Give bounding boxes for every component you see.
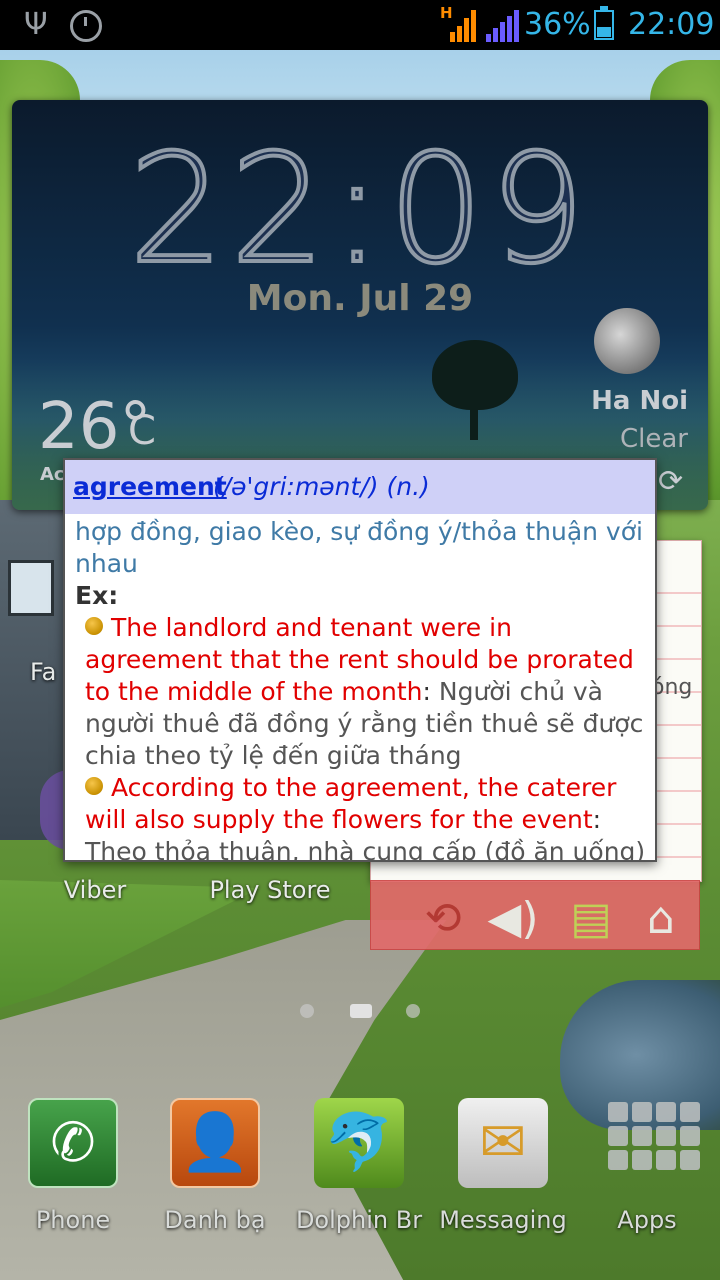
contacts-label[interactable]: Danh bạ (140, 1206, 290, 1234)
example-english: According to the agreement, the caterer … (85, 773, 617, 834)
status-time: 22:09 (628, 7, 715, 42)
battery-percent: 36% (524, 7, 591, 42)
widget-abbr: Ac (40, 464, 65, 485)
page-dot[interactable] (300, 1004, 314, 1018)
moon-icon (594, 308, 660, 374)
usb-icon: Ψ (24, 7, 48, 42)
example-colon: : (422, 677, 431, 706)
viber-label[interactable]: Viber (40, 876, 150, 904)
example-item: According to the agreement, the caterer … (85, 772, 649, 862)
home-icon[interactable]: ⌂ (633, 891, 689, 947)
signal-h-icon (440, 8, 476, 42)
example-colon: : (592, 805, 602, 834)
temperature-unit: C (128, 408, 156, 454)
bullet-icon (85, 777, 103, 795)
examples-label: Ex: (75, 581, 119, 610)
example-vietnamese: Theo thỏa thuận, nhà cung cấp (đồ ăn uốn… (85, 837, 646, 862)
status-bar: Ψ H 36% 22:09 (0, 0, 720, 50)
clock-weather-widget[interactable]: 22:09 Mon. Jul 29 26° C Ac Ha Noi Clear … (12, 100, 708, 510)
weather-condition: Clear (620, 424, 688, 454)
notes-text-fragment: óng (651, 675, 693, 700)
play-store-label[interactable]: Play Store (190, 876, 350, 904)
tree-trunk (470, 400, 478, 440)
phone-label[interactable]: Phone (0, 1206, 148, 1234)
app-label-fragment: Fa (30, 658, 57, 686)
contacts-icon[interactable]: 👤 (170, 1098, 260, 1188)
weather-city: Ha Noi (591, 386, 688, 416)
dolphin-label[interactable]: Dolphin Br (284, 1206, 434, 1234)
page-dot-active[interactable] (350, 1004, 372, 1018)
widget-clock-time: 22:09 (127, 123, 592, 297)
example-item: The landlord and tenant were in agreemen… (85, 612, 649, 772)
meaning: hợp đồng, giao kèo, sự đồng ý/thỏa thuận… (75, 517, 643, 578)
house-window (8, 560, 54, 616)
phone-icon[interactable]: ✆ (28, 1098, 118, 1188)
speaker-icon[interactable]: ◀) (485, 891, 541, 947)
battery-charging-icon (594, 6, 614, 40)
headword-link[interactable]: agreement (73, 472, 227, 501)
widget-date: Mon. Jul 29 (246, 278, 474, 319)
phonetic: (/ə'gri:mənt/) (213, 472, 379, 501)
notes-toolbar: ⟲ ◀) ▤ ⌂ (370, 880, 700, 950)
apps-grid-icon[interactable] (604, 1098, 700, 1188)
messaging-icon[interactable]: ✉ (458, 1098, 548, 1188)
page-indicator (296, 1000, 426, 1020)
signal-bars-icon (484, 8, 519, 42)
dolphin-browser-icon[interactable]: 🐬 (314, 1098, 404, 1188)
part-of-speech: (n.) (386, 472, 430, 501)
dictionary-popup[interactable]: agreement (/ə'gri:mənt/) (n.) hợp đồng, … (63, 458, 657, 862)
refresh-icon[interactable]: ⟲ (415, 891, 471, 947)
messaging-label[interactable]: Messaging (428, 1206, 578, 1234)
document-icon[interactable]: ▤ (563, 891, 619, 947)
weather-refresh-icon[interactable]: ⟳ (658, 464, 683, 499)
phonetic-pos: (/ə'gri:mənt/) (n.) (213, 472, 430, 501)
popup-body: hợp đồng, giao kèo, sự đồng ý/thỏa thuận… (75, 516, 649, 862)
popup-header: agreement (/ə'gri:mənt/) (n.) (65, 460, 655, 514)
alarm-icon (70, 10, 102, 42)
apps-label[interactable]: Apps (572, 1206, 720, 1234)
page-dot[interactable] (406, 1004, 420, 1018)
bullet-icon (85, 617, 103, 635)
